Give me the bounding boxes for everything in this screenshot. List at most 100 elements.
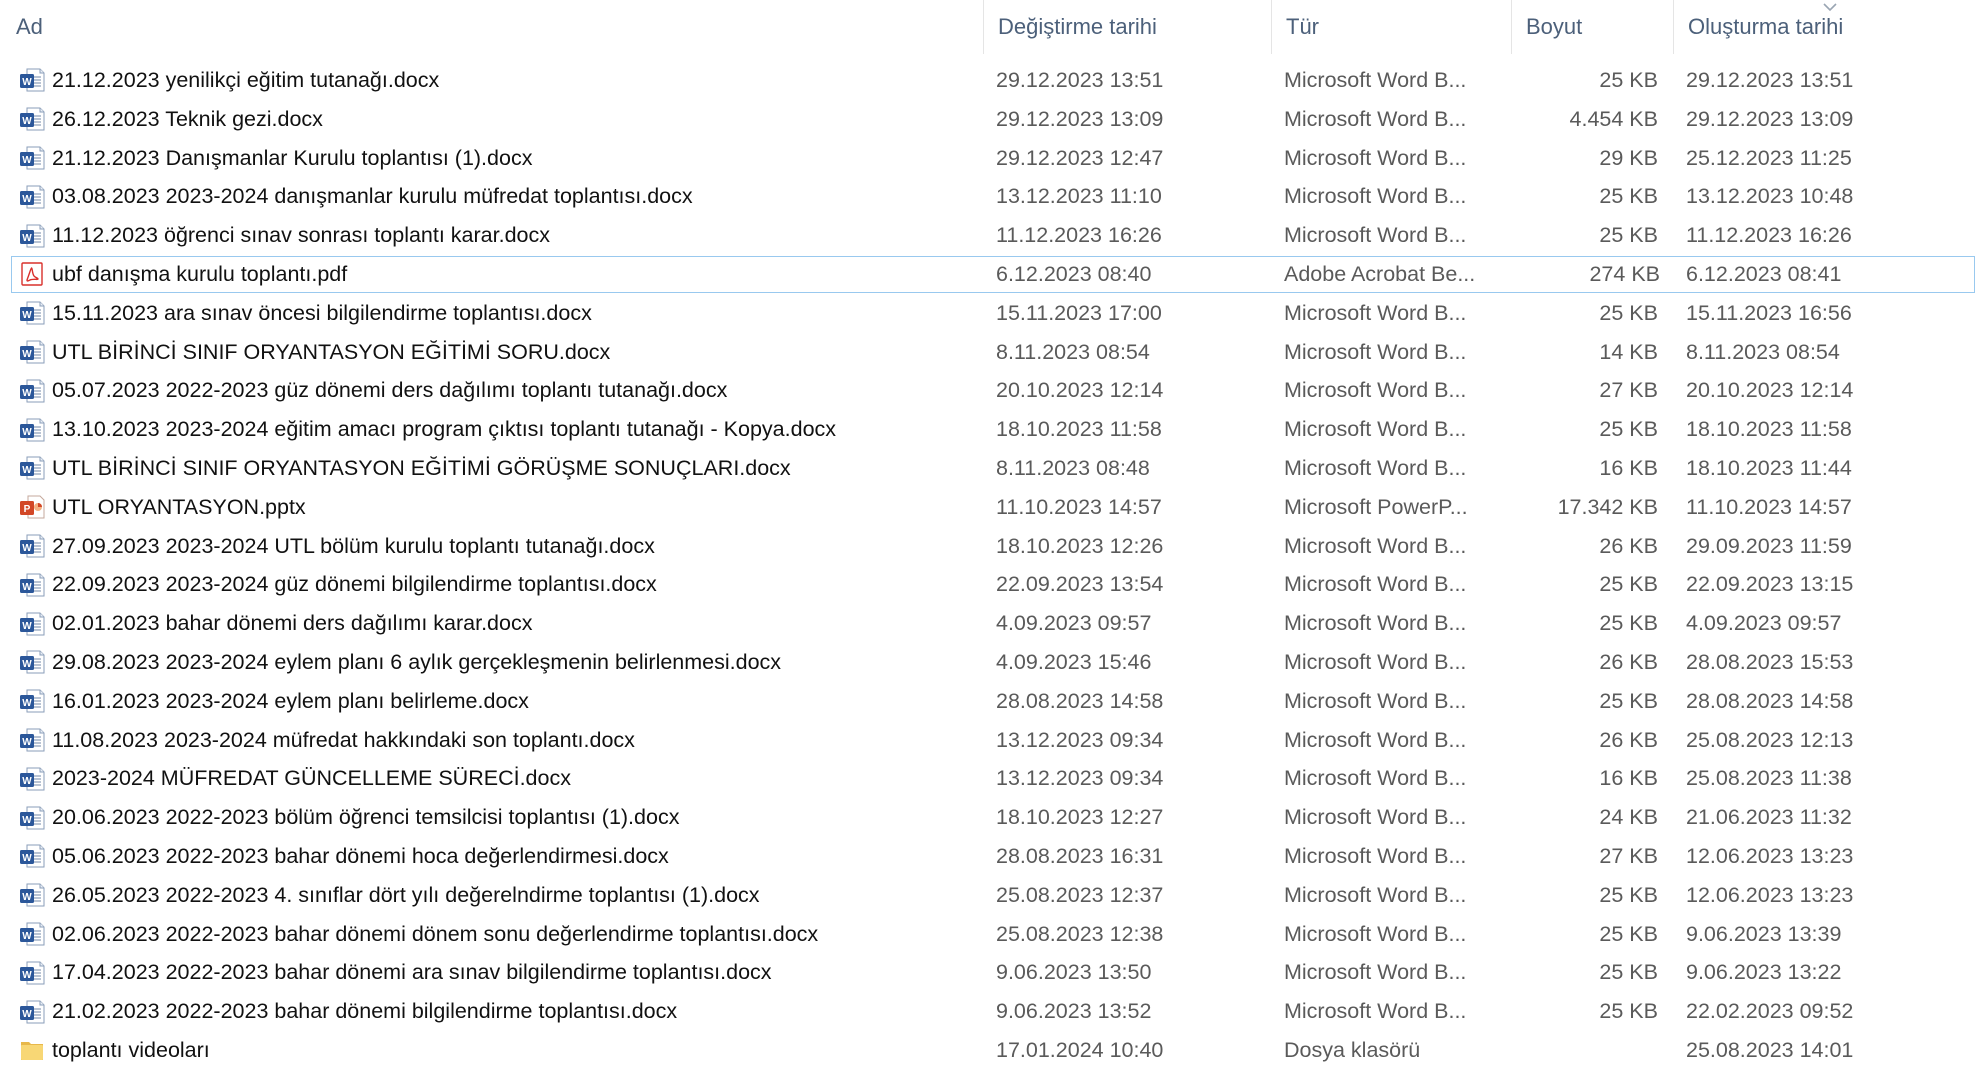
file-created-date: 11.12.2023 16:26 [1686,223,1852,248]
file-name-cell[interactable]: W 05.06.2023 2022-2023 bahar dönemi hoca … [18,837,980,876]
file-name: 26.12.2023 Teknik gezi.docx [52,106,323,131]
file-name-cell[interactable]: W 21.12.2023 Danışmanlar Kurulu toplantıs… [18,139,980,178]
column-header-size[interactable]: Boyut [1512,0,1674,54]
word-doc-icon: W [18,105,46,133]
file-name-cell[interactable]: W 05.07.2023 2022-2023 güz dönemi ders da… [18,371,980,410]
file-size: 25 KB [1599,572,1658,597]
file-row[interactable]: W UTL BİRİNCİ SINIF ORYANTASYON EĞİTİMİ G… [0,449,1976,488]
file-modified-date: 29.12.2023 12:47 [996,145,1164,170]
file-created-date: 8.11.2023 08:54 [1686,339,1840,364]
file-row[interactable]: W 02.01.2023 bahar dönemi ders dağılımı k… [0,604,1976,643]
file-type: Microsoft Word B... [1284,223,1467,248]
file-name: 05.07.2023 2022-2023 güz dönemi ders dağ… [52,378,728,403]
file-modified-date: 28.08.2023 14:58 [996,688,1164,713]
svg-text:W: W [22,427,32,438]
file-row[interactable]: W UTL BİRİNCİ SINIF ORYANTASYON EĞİTİMİ S… [0,333,1976,372]
file-name-cell[interactable]: W 11.08.2023 2023-2024 müfredat hakkındak… [18,721,980,760]
file-name-cell[interactable]: W 15.11.2023 ara sınav öncesi bilgilendir… [18,294,980,333]
file-row[interactable]: W 29.08.2023 2023-2024 eylem planı 6 aylı… [0,643,1976,682]
file-row[interactable]: ubf danışma kurulu toplantı.pdf 6.12.2023… [10,255,1976,294]
file-row[interactable]: W 2023-2024 MÜFREDAT GÜNCELLEME SÜRECİ.do… [0,759,1976,798]
column-header-name[interactable]: Ad [0,0,984,54]
file-name-cell[interactable]: W 16.01.2023 2023-2024 eylem planı belirl… [18,682,980,721]
file-name-cell[interactable]: W UTL BİRİNCİ SINIF ORYANTASYON EĞİTİMİ G… [18,449,980,488]
file-row[interactable]: W 02.06.2023 2022-2023 bahar dönemi dönem… [0,915,1976,954]
file-name-cell[interactable]: P UTL ORYANTASYON.pptx [18,488,980,527]
file-name-cell[interactable]: ubf danışma kurulu toplantı.pdf [18,255,980,294]
file-name-cell[interactable]: W 11.12.2023 öğrenci sınav sonrası toplan… [18,216,980,255]
file-name: 21.12.2023 yenilikçi eğitim tutanağı.doc… [52,68,440,92]
file-size: 29 KB [1599,145,1658,170]
svg-text:W: W [22,815,32,826]
word-doc-icon: W [18,687,46,715]
file-size: 14 KB [1599,339,1658,364]
file-name-cell[interactable]: toplantı videoları [18,1031,980,1070]
file-row[interactable]: W 21.12.2023 yenilikçi eğitim tutanağı.do… [0,61,1976,100]
svg-text:W: W [22,349,32,360]
file-name-cell[interactable]: W 13.10.2023 2023-2024 eğitim amacı progr… [18,410,980,449]
file-row[interactable]: W 03.08.2023 2023-2024 danışmanlar kurulu… [0,177,1976,216]
file-name: UTL BİRİNCİ SINIF ORYANTASYON EĞİTİMİ SO… [52,339,611,364]
file-name-cell[interactable]: W 17.04.2023 2022-2023 bahar dönemi ara s… [18,953,980,992]
file-modified-date: 6.12.2023 08:40 [996,261,1152,286]
file-row[interactable]: W 15.11.2023 ara sınav öncesi bilgilendir… [0,294,1976,333]
file-name-cell[interactable]: W 21.02.2023 2022-2023 bahar dönemi bilgi… [18,992,980,1031]
file-row[interactable]: W 05.07.2023 2022-2023 güz dönemi ders da… [0,371,1976,410]
file-row[interactable]: W 11.08.2023 2023-2024 müfredat hakkındak… [0,721,1976,760]
file-name-cell[interactable]: W 22.09.2023 2023-2024 güz dönemi bilgile… [18,565,980,604]
file-row[interactable]: W 26.05.2023 2022-2023 4. sınıflar dört y… [0,876,1976,915]
file-row[interactable]: toplantı videoları 17.01.2024 10:40 Dosya … [0,1031,1976,1070]
file-name-cell[interactable]: W 26.12.2023 Teknik gezi.docx [18,100,980,139]
word-doc-icon: W [18,454,46,482]
file-name-cell[interactable]: W 20.06.2023 2022-2023 bölüm öğrenci tems… [18,798,980,837]
word-doc-icon: W [18,338,46,366]
file-row[interactable]: W 17.04.2023 2022-2023 bahar dönemi ara s… [0,953,1976,992]
file-created-date: 28.08.2023 15:53 [1686,649,1854,674]
word-doc-icon: W [18,842,46,870]
file-row[interactable]: W 13.10.2023 2023-2024 eğitim amacı progr… [0,410,1976,449]
folder-icon [18,1036,46,1064]
file-name: 21.12.2023 Danışmanlar Kurulu toplantısı… [52,145,533,170]
file-type: Microsoft Word B... [1284,882,1467,907]
file-name-cell[interactable]: W 27.09.2023 2023-2024 UTL bölüm kurulu t… [18,527,980,566]
file-created-date: 15.11.2023 16:56 [1686,300,1852,325]
file-row[interactable]: P UTL ORYANTASYON.pptx 11.10.2023 14:57 Mic… [0,488,1976,527]
word-doc-icon: W [18,998,46,1026]
file-name-cell[interactable]: W 02.06.2023 2022-2023 bahar dönemi dönem… [18,915,980,954]
file-created-date: 18.10.2023 11:44 [1686,455,1852,480]
file-row[interactable]: W 05.06.2023 2022-2023 bahar dönemi hoca … [0,837,1976,876]
word-doc-icon: W [18,299,46,327]
word-doc-icon: W [18,959,46,987]
file-row[interactable]: W 26.12.2023 Teknik gezi.docx 29.12.2023 1… [0,100,1976,139]
column-header-type[interactable]: Tür [1272,0,1512,54]
file-size: 25 KB [1599,68,1658,92]
file-created-date: 11.10.2023 14:57 [1686,494,1852,519]
file-name-cell[interactable]: W 26.05.2023 2022-2023 4. sınıflar dört y… [18,876,980,915]
file-name-cell[interactable]: W 02.01.2023 bahar dönemi ders dağılımı k… [18,604,980,643]
file-modified-date: 11.10.2023 14:57 [996,494,1162,519]
file-name-cell[interactable]: W 03.08.2023 2023-2024 danışmanlar kurulu… [18,177,980,216]
file-row[interactable]: W 16.01.2023 2023-2024 eylem planı belirl… [0,682,1976,721]
file-modified-date: 11.12.2023 16:26 [996,223,1162,248]
file-modified-date: 20.10.2023 12:14 [996,378,1164,403]
file-name: 20.06.2023 2022-2023 bölüm öğrenci temsi… [52,805,680,830]
file-name-cell[interactable]: W 2023-2024 MÜFREDAT GÜNCELLEME SÜRECİ.do… [18,759,980,798]
file-modified-date: 9.06.2023 13:52 [996,999,1152,1024]
file-row[interactable]: W 27.09.2023 2023-2024 UTL bölüm kurulu t… [0,527,1976,566]
svg-text:W: W [22,776,32,787]
file-modified-date: 9.06.2023 13:50 [996,960,1152,985]
column-header-modified[interactable]: Değiştirme tarihi [984,0,1272,54]
file-row[interactable]: W 22.09.2023 2023-2024 güz dönemi bilgile… [0,565,1976,604]
file-row[interactable]: W 11.12.2023 öğrenci sınav sonrası toplan… [0,216,1976,255]
file-name-cell[interactable]: W 21.12.2023 yenilikçi eğitim tutanağı.do… [18,61,980,100]
file-name-cell[interactable]: W UTL BİRİNCİ SINIF ORYANTASYON EĞİTİMİ S… [18,333,980,372]
file-name-cell[interactable]: W 29.08.2023 2023-2024 eylem planı 6 aylı… [18,643,980,682]
file-row[interactable]: W 21.02.2023 2022-2023 bahar dönemi bilgi… [0,992,1976,1031]
file-size [1512,1031,1658,1070]
file-type: Microsoft Word B... [1284,766,1467,791]
file-row[interactable]: W 21.12.2023 Danışmanlar Kurulu toplantıs… [0,139,1976,178]
file-type: Microsoft Word B... [1284,339,1467,364]
file-name: 03.08.2023 2023-2024 danışmanlar kurulu … [52,184,693,209]
file-list-view: Ad Değiştirme tarihi Tür Boyut Oluşturma… [0,0,1976,1066]
file-row[interactable]: W 20.06.2023 2022-2023 bölüm öğrenci tems… [0,798,1976,837]
